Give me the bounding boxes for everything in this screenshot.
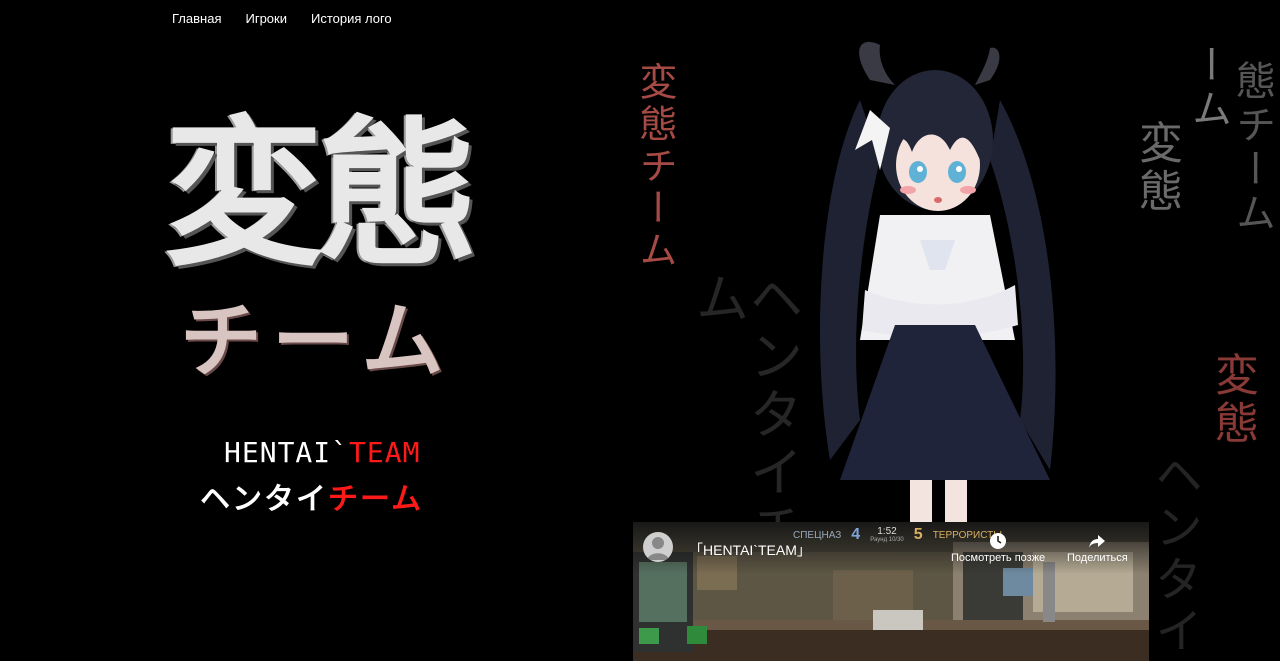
clock-icon: [990, 533, 1007, 549]
video-embed[interactable]: 「HENTAI`TEAM」 СПЕЦНАЗ 4 1:52 Раунд 10/30…: [633, 522, 1149, 661]
share-button[interactable]: Поделиться: [1067, 532, 1128, 564]
bg-text-right-dim: ヘンタイ: [1146, 450, 1202, 658]
logo-kana: チーム: [180, 293, 454, 389]
share-label: Поделиться: [1067, 552, 1128, 564]
watch-later-label: Посмотреть позже: [951, 552, 1046, 564]
ct-score: 4: [851, 526, 861, 543]
nav-logo-history[interactable]: История лого: [311, 11, 392, 26]
ct-label: СПЕЦНАЗ: [793, 529, 842, 541]
watch-later-button[interactable]: Посмотреть позже: [951, 532, 1045, 564]
bg-text-right-red: 変態: [1207, 352, 1258, 448]
share-icon: [1089, 535, 1106, 548]
brand-latin-red: TEAM: [349, 436, 421, 469]
round-number: Раунд 10/30: [870, 537, 904, 544]
bg-text-right-column-1: ーム: [1185, 44, 1231, 132]
bg-text-red-column: 変態チーム: [633, 62, 677, 272]
brand-latin: HENTAI`TEAM: [224, 436, 420, 469]
brand-kana-red: チーム: [328, 482, 424, 517]
t-score: 5: [913, 526, 923, 543]
brand-kana-white: ヘンタイ: [200, 482, 328, 517]
nav-home[interactable]: Главная: [172, 11, 221, 26]
round-time: 1:52: [877, 526, 897, 538]
round-clock: 1:52 Раунд 10/30: [870, 526, 904, 544]
nav-players[interactable]: Игроки: [245, 11, 287, 26]
bg-text-right-column-2: 変態: [1131, 120, 1182, 216]
brand-kana: ヘンタイチーム: [200, 474, 423, 518]
channel-avatar[interactable]: [643, 532, 673, 562]
user-icon: [647, 537, 669, 560]
logo-kanji: 変態: [164, 100, 478, 288]
anime-character-image: [820, 41, 1056, 530]
bg-text-right-column-3: 態チーム: [1229, 60, 1275, 236]
main-nav: Главная Игроки История лого: [172, 11, 392, 26]
brand-latin-white: HENTAI`: [224, 436, 350, 469]
